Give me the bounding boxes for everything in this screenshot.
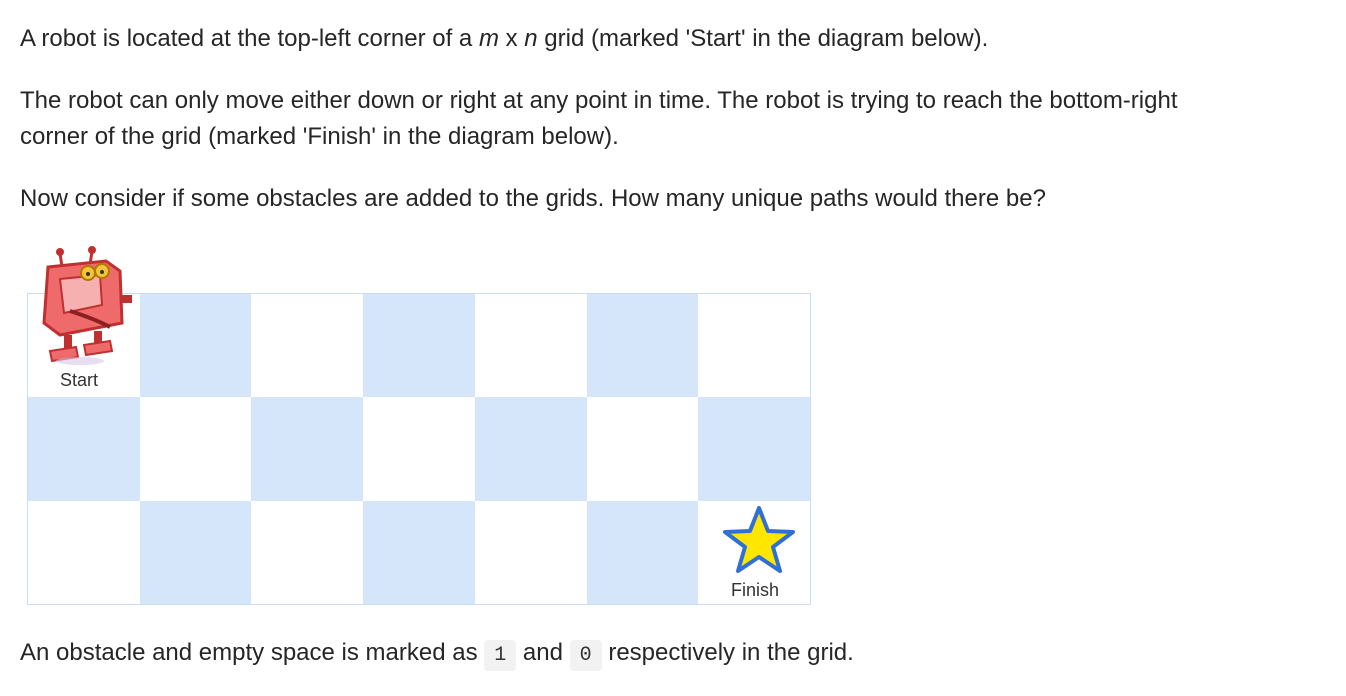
intro-text-end: grid (marked 'Start' in the diagram belo… (537, 25, 989, 52)
grid-cell (28, 397, 140, 501)
movement-line-1: The robot can only move either down or r… (20, 87, 1178, 114)
grid-cell (139, 500, 252, 604)
obstacle-question: Now consider if some obstacles are added… (20, 185, 1046, 212)
grid-cell (474, 500, 587, 604)
grid-cell (586, 397, 699, 501)
encoding-text-end: respectively in the grid. (601, 639, 854, 666)
grid-cell (251, 500, 364, 604)
grid-cell (139, 397, 252, 501)
grid-cell (586, 294, 699, 398)
finish-label: Finish (731, 580, 780, 600)
variable-m: m (478, 25, 499, 52)
grid-cell (586, 500, 699, 604)
variable-n: n (524, 25, 538, 52)
encoding-text-start: An obstacle and empty space is marked as (20, 639, 485, 666)
grid-cell (251, 294, 364, 398)
grid-cell (474, 397, 587, 501)
obstacle-code: 1 (484, 640, 517, 671)
movement-paragraph: The robot can only move either down or r… (20, 83, 1177, 155)
grid-cell (363, 294, 475, 398)
grid-cell (363, 397, 475, 501)
start-label: Start (60, 370, 99, 390)
empty-code: 0 (569, 640, 602, 671)
intro-paragraph: A robot is located at the top-left corne… (20, 21, 988, 57)
movement-line-2: corner of the grid (marked 'Finish' in t… (20, 123, 619, 150)
grid (27, 293, 811, 605)
encoding-text-and: and (516, 639, 570, 666)
grid-cell (698, 397, 810, 501)
grid-cell (363, 500, 475, 604)
grid-cell (139, 294, 252, 398)
intro-text-x: x (498, 25, 525, 52)
intro-text-start: A robot is located at the top-left corne… (20, 25, 479, 52)
encoding-paragraph: An obstacle and empty space is marked as… (20, 635, 854, 674)
star-icon (723, 506, 795, 573)
grid-cell (28, 500, 140, 604)
robot-icon (42, 246, 132, 365)
grid-cell (698, 294, 810, 398)
grid-cell (474, 294, 587, 398)
grid-cell (251, 397, 364, 501)
